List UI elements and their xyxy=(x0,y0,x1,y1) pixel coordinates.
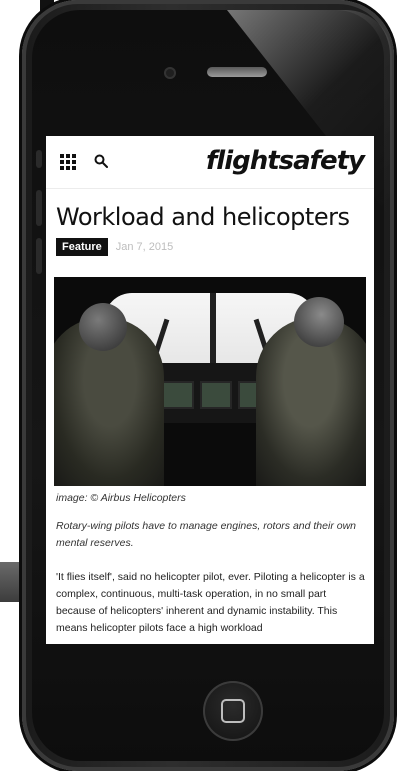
article-meta: Feature Jan 7, 2015 xyxy=(56,237,364,257)
top-navigation: flightsafety xyxy=(46,136,374,189)
volume-down-button xyxy=(36,238,42,274)
category-badge[interactable]: Feature xyxy=(56,238,108,256)
instrument-display xyxy=(162,381,194,409)
mute-switch xyxy=(36,150,42,168)
home-button-icon xyxy=(221,699,245,723)
grid-menu-icon[interactable] xyxy=(60,154,76,170)
site-logo[interactable]: flightsafety xyxy=(206,146,365,176)
front-camera xyxy=(164,67,176,79)
earpiece-speaker xyxy=(207,67,267,77)
article-title: Workload and helicopters xyxy=(56,203,350,231)
article-date: Jan 7, 2015 xyxy=(115,241,174,253)
article-hero-image xyxy=(54,277,366,486)
home-button[interactable] xyxy=(203,681,263,741)
pilot-left-helmet xyxy=(79,303,127,351)
article-body: 'It flies itself', said no helicopter pi… xyxy=(56,571,365,634)
search-icon[interactable] xyxy=(94,154,108,168)
image-caption: image: © Airbus Helicopters xyxy=(56,492,186,504)
instrument-display xyxy=(200,381,232,409)
volume-up-button xyxy=(36,190,42,226)
pilot-right-helmet xyxy=(294,297,344,347)
phone-screen: flightsafety Workload and helicopters Fe… xyxy=(46,136,374,644)
article-lede: Rotary-wing pilots have to manage engine… xyxy=(56,520,356,549)
